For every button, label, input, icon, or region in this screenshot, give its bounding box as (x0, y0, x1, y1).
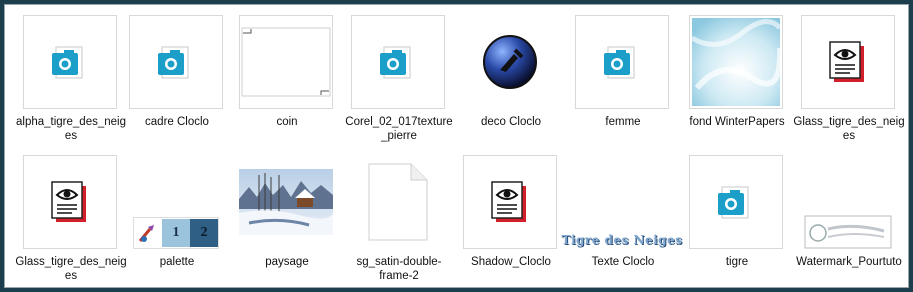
file-name: sg_satin-double-frame-2 (356, 256, 442, 282)
file-tile[interactable]: Corel_02_017texture_pierre (343, 5, 455, 145)
eye-document-icon (23, 155, 117, 249)
file-tile[interactable]: tigre (681, 145, 793, 285)
file-name: paysage (265, 256, 309, 268)
palette-thumbnail: 1 2 (129, 155, 223, 249)
file-name: palette (159, 256, 195, 268)
file-tile[interactable]: femme (567, 5, 679, 145)
file-name: Glass_tigre_des_neiges (793, 116, 905, 142)
file-tile[interactable]: cadre Cloclo (121, 5, 233, 145)
file-name: tigre (725, 256, 749, 268)
file-name: Shadow_Cloclo (471, 256, 551, 268)
file-tile[interactable]: Tigre des Neiges Texte Cloclo (562, 145, 682, 285)
corner-thumbnail (239, 15, 333, 109)
watermark-thumbnail (801, 155, 895, 249)
file-name: Glass_tigre_des_neiges (15, 256, 127, 282)
eye-document-icon (463, 155, 557, 249)
file-name: cadre Cloclo (145, 116, 209, 128)
photo-file-icon (351, 15, 445, 109)
palette-swatch: 1 (162, 219, 190, 247)
blank-file-icon (351, 155, 445, 249)
file-name: Texte Cloclo (591, 256, 655, 268)
file-name: alpha_tigre_des_neiges (16, 116, 126, 142)
title-text-art: Tigre des Neiges (561, 233, 683, 247)
text-thumbnail: Tigre des Neiges (562, 155, 682, 249)
file-tile[interactable]: paysage (231, 145, 343, 285)
deco-ball-icon (463, 15, 557, 109)
paint-tool-icon (134, 219, 162, 247)
file-tile[interactable]: 1 2 palette (121, 145, 233, 285)
file-tile[interactable]: fond WinterPapers (681, 5, 793, 145)
photo-file-icon (129, 15, 223, 109)
file-tile[interactable]: Glass_tigre_des_neiges (793, 5, 905, 145)
file-name: fond WinterPapers (689, 116, 785, 128)
file-tile[interactable]: coin (231, 5, 343, 145)
file-tile[interactable]: sg_satin-double-frame-2 (343, 145, 455, 285)
file-name: femme (605, 116, 641, 128)
file-tile[interactable]: Watermark_Pourtuto (793, 145, 905, 285)
file-name: Corel_02_017texture_pierre (345, 116, 453, 142)
photo-file-icon (23, 15, 117, 109)
file-tile[interactable]: deco Cloclo (455, 5, 567, 145)
winter-landscape-thumbnail (239, 155, 333, 249)
file-tile[interactable]: Glass_tigre_des_neiges (15, 145, 127, 285)
file-browser-grid: alpha_tigre_des_neiges cadre Cloclo coin… (4, 4, 909, 288)
photo-file-icon (689, 155, 783, 249)
file-tile[interactable]: Shadow_Cloclo (455, 145, 567, 285)
snow-texture-thumbnail (689, 15, 783, 109)
photo-file-icon (575, 15, 669, 109)
file-tile[interactable]: alpha_tigre_des_neiges (15, 5, 127, 145)
palette-swatch: 2 (190, 219, 218, 247)
file-name: Watermark_Pourtuto (796, 256, 902, 268)
file-name: deco Cloclo (480, 116, 542, 128)
file-name: coin (276, 116, 298, 128)
eye-document-icon (801, 15, 895, 109)
